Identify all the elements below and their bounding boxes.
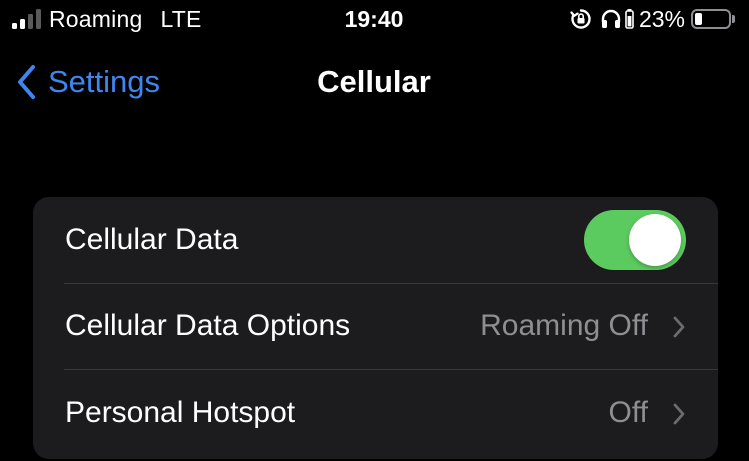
page-title: Cellular <box>317 64 431 99</box>
cellular-data-options-label: Cellular Data Options <box>65 309 351 342</box>
personal-hotspot-label: Personal Hotspot <box>65 396 296 429</box>
chevron-right-icon <box>673 403 685 425</box>
chevron-left-icon <box>18 65 35 99</box>
cellular-settings-group: Cellular Data Cellular Data Options Roam… <box>33 197 718 459</box>
cellular-settings-screen: Roaming LTE 19:40 23% Settings Cellular … <box>0 0 749 461</box>
network-type: LTE <box>160 5 202 32</box>
cellular-data-label: Cellular Data <box>65 223 239 256</box>
signal-bar <box>36 9 41 29</box>
status-right: 23% <box>570 5 735 33</box>
headphone-battery-icon <box>625 9 634 29</box>
signal-bar <box>20 19 25 29</box>
carrier-label: Roaming <box>49 5 143 32</box>
cellular-data-toggle[interactable] <box>584 210 686 270</box>
navigation-bar: Settings Cellular <box>0 56 749 108</box>
signal-icon <box>12 9 41 29</box>
back-button[interactable]: Settings <box>16 62 160 102</box>
personal-hotspot-row[interactable]: Personal Hotspot Off <box>33 370 718 456</box>
toggle-knob <box>629 214 681 266</box>
battery-level-fill <box>695 13 702 25</box>
cellular-data-row: Cellular Data <box>33 197 718 283</box>
cellular-data-options-row[interactable]: Cellular Data Options Roaming Off <box>33 283 718 369</box>
signal-bar <box>12 23 17 29</box>
signal-bar <box>28 14 33 29</box>
status-time: 19:40 <box>344 6 404 32</box>
headphones-icon <box>601 9 621 28</box>
status-bar: Roaming LTE 19:40 23% <box>0 0 749 38</box>
battery-icon <box>691 9 731 29</box>
personal-hotspot-value: Off <box>608 396 648 429</box>
battery-cap <box>732 15 735 23</box>
status-left: Roaming LTE <box>12 5 202 33</box>
cellular-data-options-value: Roaming Off <box>480 309 648 342</box>
back-button-label: Settings <box>48 64 161 99</box>
battery-percent: 23% <box>638 5 685 32</box>
chevron-right-icon <box>673 316 685 338</box>
rotation-lock-icon <box>570 9 591 29</box>
